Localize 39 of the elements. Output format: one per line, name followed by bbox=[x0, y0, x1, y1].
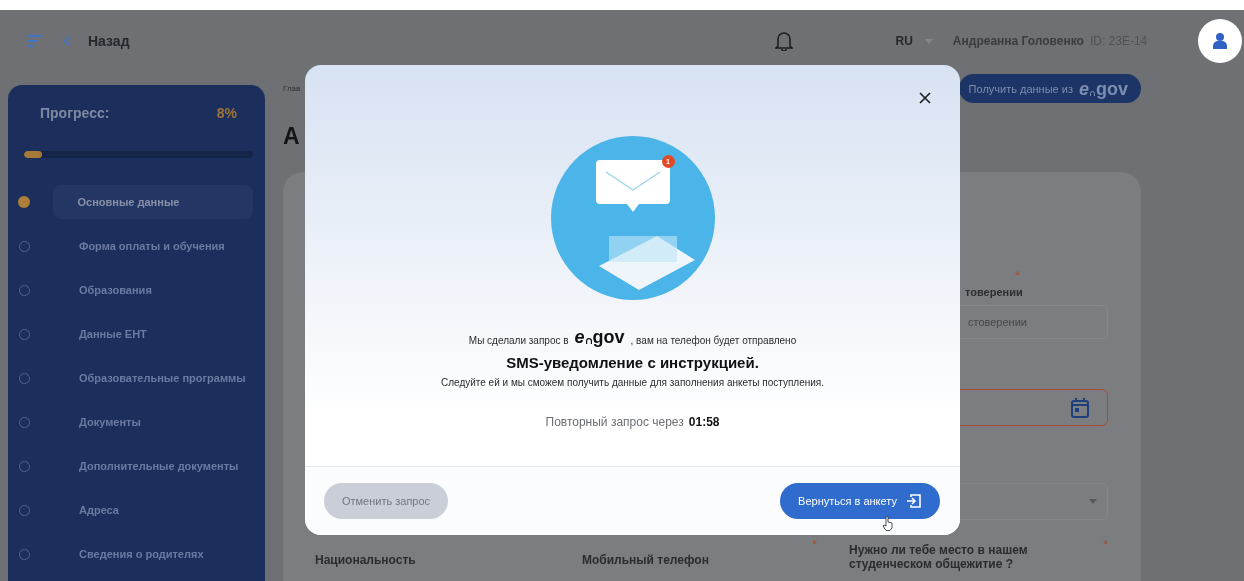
hand-cursor-icon bbox=[882, 516, 894, 531]
sidebar-item[interactable]: Адреса bbox=[54, 493, 253, 527]
return-to-form-button[interactable]: Вернуться в анкету bbox=[780, 483, 940, 519]
progress-label: Прогресс: bbox=[40, 105, 110, 121]
retry-timer: 01:58 bbox=[688, 415, 720, 429]
egov-data-button[interactable]: Получить данные из e gov bbox=[958, 74, 1141, 103]
page-title: А bbox=[283, 123, 301, 150]
field-label: Национальность bbox=[315, 553, 416, 567]
sidebar-item[interactable]: Дополнительные документы bbox=[54, 449, 253, 483]
field-label: Мобильный телефон bbox=[582, 553, 709, 567]
sidebar-item[interactable]: Основные данные bbox=[52, 185, 253, 219]
field-label: Нужно ли тебе место в нашем студенческом общежитие ? bbox=[849, 543, 1029, 571]
egov-logo: e gov bbox=[574, 328, 625, 346]
calendar-icon[interactable] bbox=[1071, 397, 1089, 418]
close-icon[interactable] bbox=[919, 92, 931, 104]
instruction-text: Следуйте ей и мы сможем получить данные для заполнения анкеты поступления. bbox=[441, 377, 824, 388]
progress-value: 8% bbox=[216, 105, 237, 121]
sidebar-item[interactable]: Документы bbox=[54, 405, 253, 439]
sidebar-item[interactable]: Образования bbox=[54, 273, 253, 307]
field-label: товерении bbox=[964, 286, 1024, 298]
dialog-heading: SMS-уведомление с инструкцией. bbox=[506, 354, 759, 371]
language-selector[interactable]: RU bbox=[895, 34, 913, 48]
cancel-request-button[interactable]: Отменить запрос bbox=[324, 483, 448, 519]
egov-logo: e gov bbox=[1078, 79, 1128, 98]
required-mark: * bbox=[1102, 537, 1108, 552]
bell-icon[interactable] bbox=[774, 31, 793, 51]
message-text: Мы сделали запрос в bbox=[468, 335, 569, 346]
sidebar-item[interactable]: Образовательные программы bbox=[54, 361, 253, 395]
sidebar-item[interactable]: Данные ЕНТ bbox=[54, 317, 253, 351]
retry-label: Повторный запрос через bbox=[545, 415, 684, 429]
back-link[interactable]: Назад bbox=[88, 33, 130, 49]
avatar-button[interactable] bbox=[1198, 19, 1242, 63]
required-mark: * bbox=[1015, 268, 1021, 283]
person-icon bbox=[1213, 33, 1227, 49]
required-mark: * bbox=[811, 537, 817, 552]
sidebar-item[interactable]: Сведения о родителях bbox=[54, 537, 253, 571]
message-text: , вам на телефон будет отправлено bbox=[630, 335, 797, 346]
sidebar-item[interactable]: Форма оплаты и обучения bbox=[54, 229, 253, 263]
exit-icon bbox=[905, 493, 922, 509]
